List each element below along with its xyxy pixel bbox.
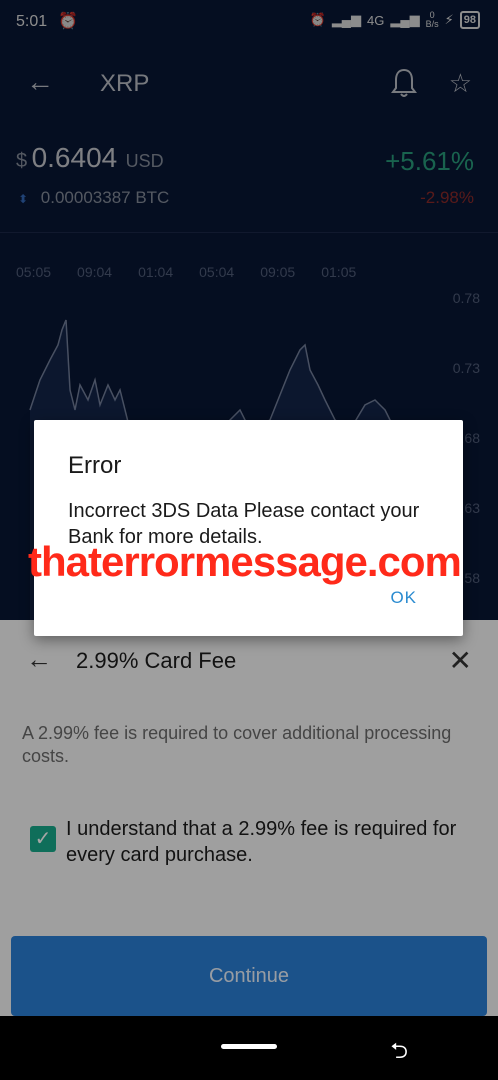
home-pill[interactable] <box>221 1044 277 1049</box>
ok-button[interactable]: OK <box>390 588 417 608</box>
error-dialog: Error Incorrect 3DS Data Please contact … <box>34 420 463 636</box>
nav-back-icon[interactable]: ⮌ <box>390 1034 408 1072</box>
sheet-overlay <box>0 620 498 1016</box>
dialog-title: Error <box>68 452 122 479</box>
watermark: thaterrormessage.com <box>28 538 462 585</box>
system-nav-bar: ⮌ <box>0 1016 498 1080</box>
card-fee-sheet: ← 2.99% Card Fee ✕ A 2.99% fee is requir… <box>0 620 498 1016</box>
